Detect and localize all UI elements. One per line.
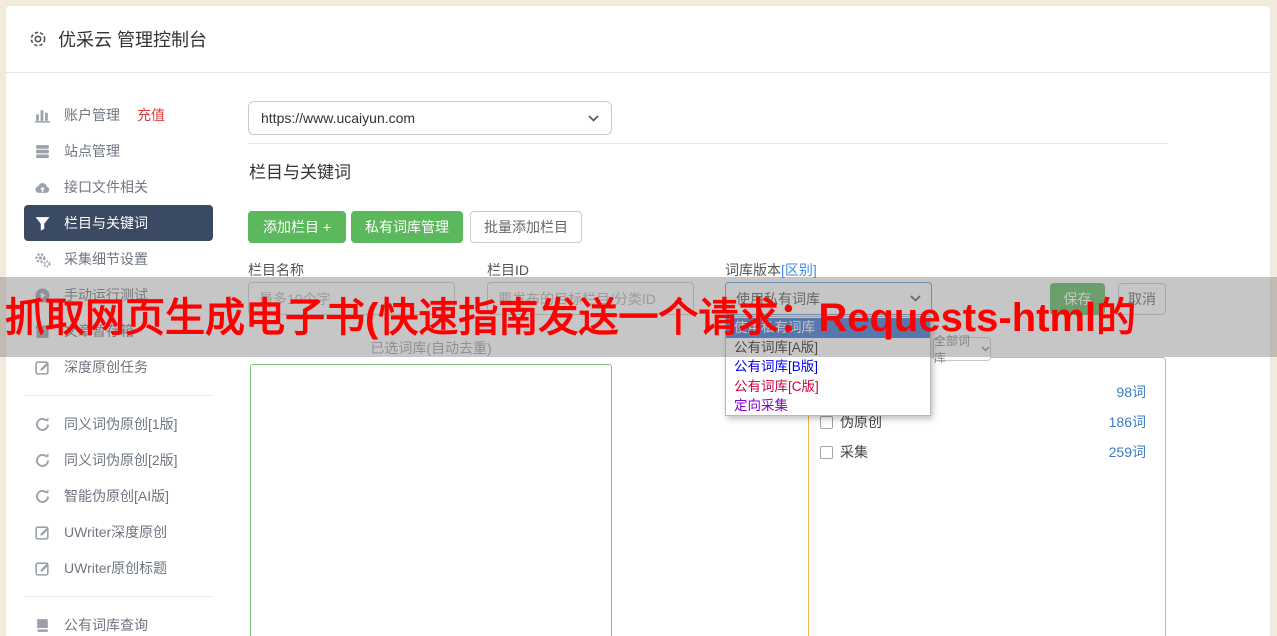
refresh-icon xyxy=(34,416,51,433)
app-title: 优采云 管理控制台 xyxy=(58,30,208,50)
edit-icon xyxy=(34,524,51,541)
site-select-value: https://www.ucaiyun.com xyxy=(261,110,416,126)
book-icon xyxy=(34,617,51,634)
sidebar-item-label: 同义词伪原创[2版] xyxy=(64,452,178,468)
word-count: 259词 xyxy=(1108,444,1146,460)
sidebar-item-label: 栏目与关键词 xyxy=(64,215,148,231)
word-count: 98词 xyxy=(1116,384,1146,400)
sidebar-item-label: 账户管理 xyxy=(64,107,120,123)
add-column-button[interactable]: 添加栏目 + xyxy=(248,211,347,243)
sidebar-divider xyxy=(24,395,213,396)
sidebar-item-label: 智能伪原创[AI版] xyxy=(64,488,170,504)
sidebar-item-label: UWriter原创标题 xyxy=(64,560,168,576)
bar-chart-icon xyxy=(34,107,51,124)
version-diff-link[interactable]: [区别] xyxy=(781,262,817,278)
server-icon xyxy=(34,143,51,160)
private-thesaurus-button[interactable]: 私有词库管理 xyxy=(351,211,463,243)
app-root: 优采云 管理控制台 账户管理 充值 站点管理 接口文件相关 栏目与关键词 采集细节设置 手动… xyxy=(0,0,1277,636)
sidebar-item-label: 同义词伪原创[1版] xyxy=(64,416,178,432)
thesaurus-row-label: 采集 xyxy=(840,444,868,460)
divider xyxy=(248,143,1168,144)
sidebar-item[interactable]: 智能伪原创[AI版] xyxy=(24,478,213,514)
refresh-icon xyxy=(34,488,51,505)
sidebar-item-label: 公有词库查询 xyxy=(64,617,148,633)
sidebar-divider xyxy=(24,596,213,597)
gear-icon xyxy=(28,29,48,49)
sidebar-item[interactable]: 账户管理 充值 xyxy=(24,97,213,133)
checkbox[interactable] xyxy=(820,415,833,429)
sidebar-item[interactable]: 采集细节设置 xyxy=(24,241,213,277)
page-title: 栏目与关键词 xyxy=(249,163,351,182)
dropdown-option[interactable]: 公有词库[B版] xyxy=(726,357,930,377)
sidebar-item-label: 站点管理 xyxy=(64,143,120,159)
sidebar-item[interactable]: 站点管理 xyxy=(24,133,213,169)
sidebar-item[interactable]: 公有词库查询 xyxy=(24,607,213,636)
edit-icon xyxy=(34,560,51,577)
chevron-down-icon xyxy=(588,114,599,122)
sidebar-item[interactable]: 接口文件相关 xyxy=(24,169,213,205)
sidebar-item-label: UWriter深度原创 xyxy=(64,524,168,540)
sidebar-item[interactable]: 同义词伪原创[2版] xyxy=(24,442,213,478)
selected-thesaurus-box[interactable] xyxy=(250,364,612,636)
sidebar-item[interactable]: 同义词伪原创[1版] xyxy=(24,406,213,442)
sidebar-item-label: 采集细节设置 xyxy=(64,251,148,267)
cloud-upload-icon xyxy=(34,179,51,196)
word-count: 186词 xyxy=(1108,414,1146,430)
sidebar-item-label: 接口文件相关 xyxy=(64,179,148,195)
sidebar-item[interactable]: 栏目与关键词 xyxy=(24,205,213,241)
sidebar: 账户管理 充值 站点管理 接口文件相关 栏目与关键词 采集细节设置 手动运行测试 文章暂存箱深… xyxy=(24,97,213,636)
thesaurus-row: 采集 259词 xyxy=(820,440,1146,464)
recharge-badge[interactable]: 充值 xyxy=(137,105,165,125)
filter-icon xyxy=(34,215,51,232)
app-header: 优采云 管理控制台 xyxy=(6,6,1270,73)
dropdown-option[interactable]: 定向采集 xyxy=(726,396,930,416)
watermark-overlay: 抓取网页生成电子书(快速指南发送一个请求：Requests-html的 xyxy=(0,277,1277,357)
sidebar-item-label: 深度原创任务 xyxy=(64,359,148,375)
sidebar-item[interactable]: UWriter深度原创 xyxy=(24,514,213,550)
refresh-icon xyxy=(34,452,51,469)
batch-add-button[interactable]: 批量添加栏目 xyxy=(470,211,582,243)
gears-icon xyxy=(34,251,51,268)
checkbox[interactable] xyxy=(820,445,833,459)
watermark-text: 抓取网页生成电子书(快速指南发送一个请求：Requests-html的 xyxy=(5,296,1137,340)
edit-icon xyxy=(34,359,51,376)
sidebar-item[interactable]: UWriter原创标题 xyxy=(24,550,213,586)
dropdown-option[interactable]: 公有词库[C版] xyxy=(726,377,930,397)
site-select[interactable]: https://www.ucaiyun.com xyxy=(248,101,612,135)
